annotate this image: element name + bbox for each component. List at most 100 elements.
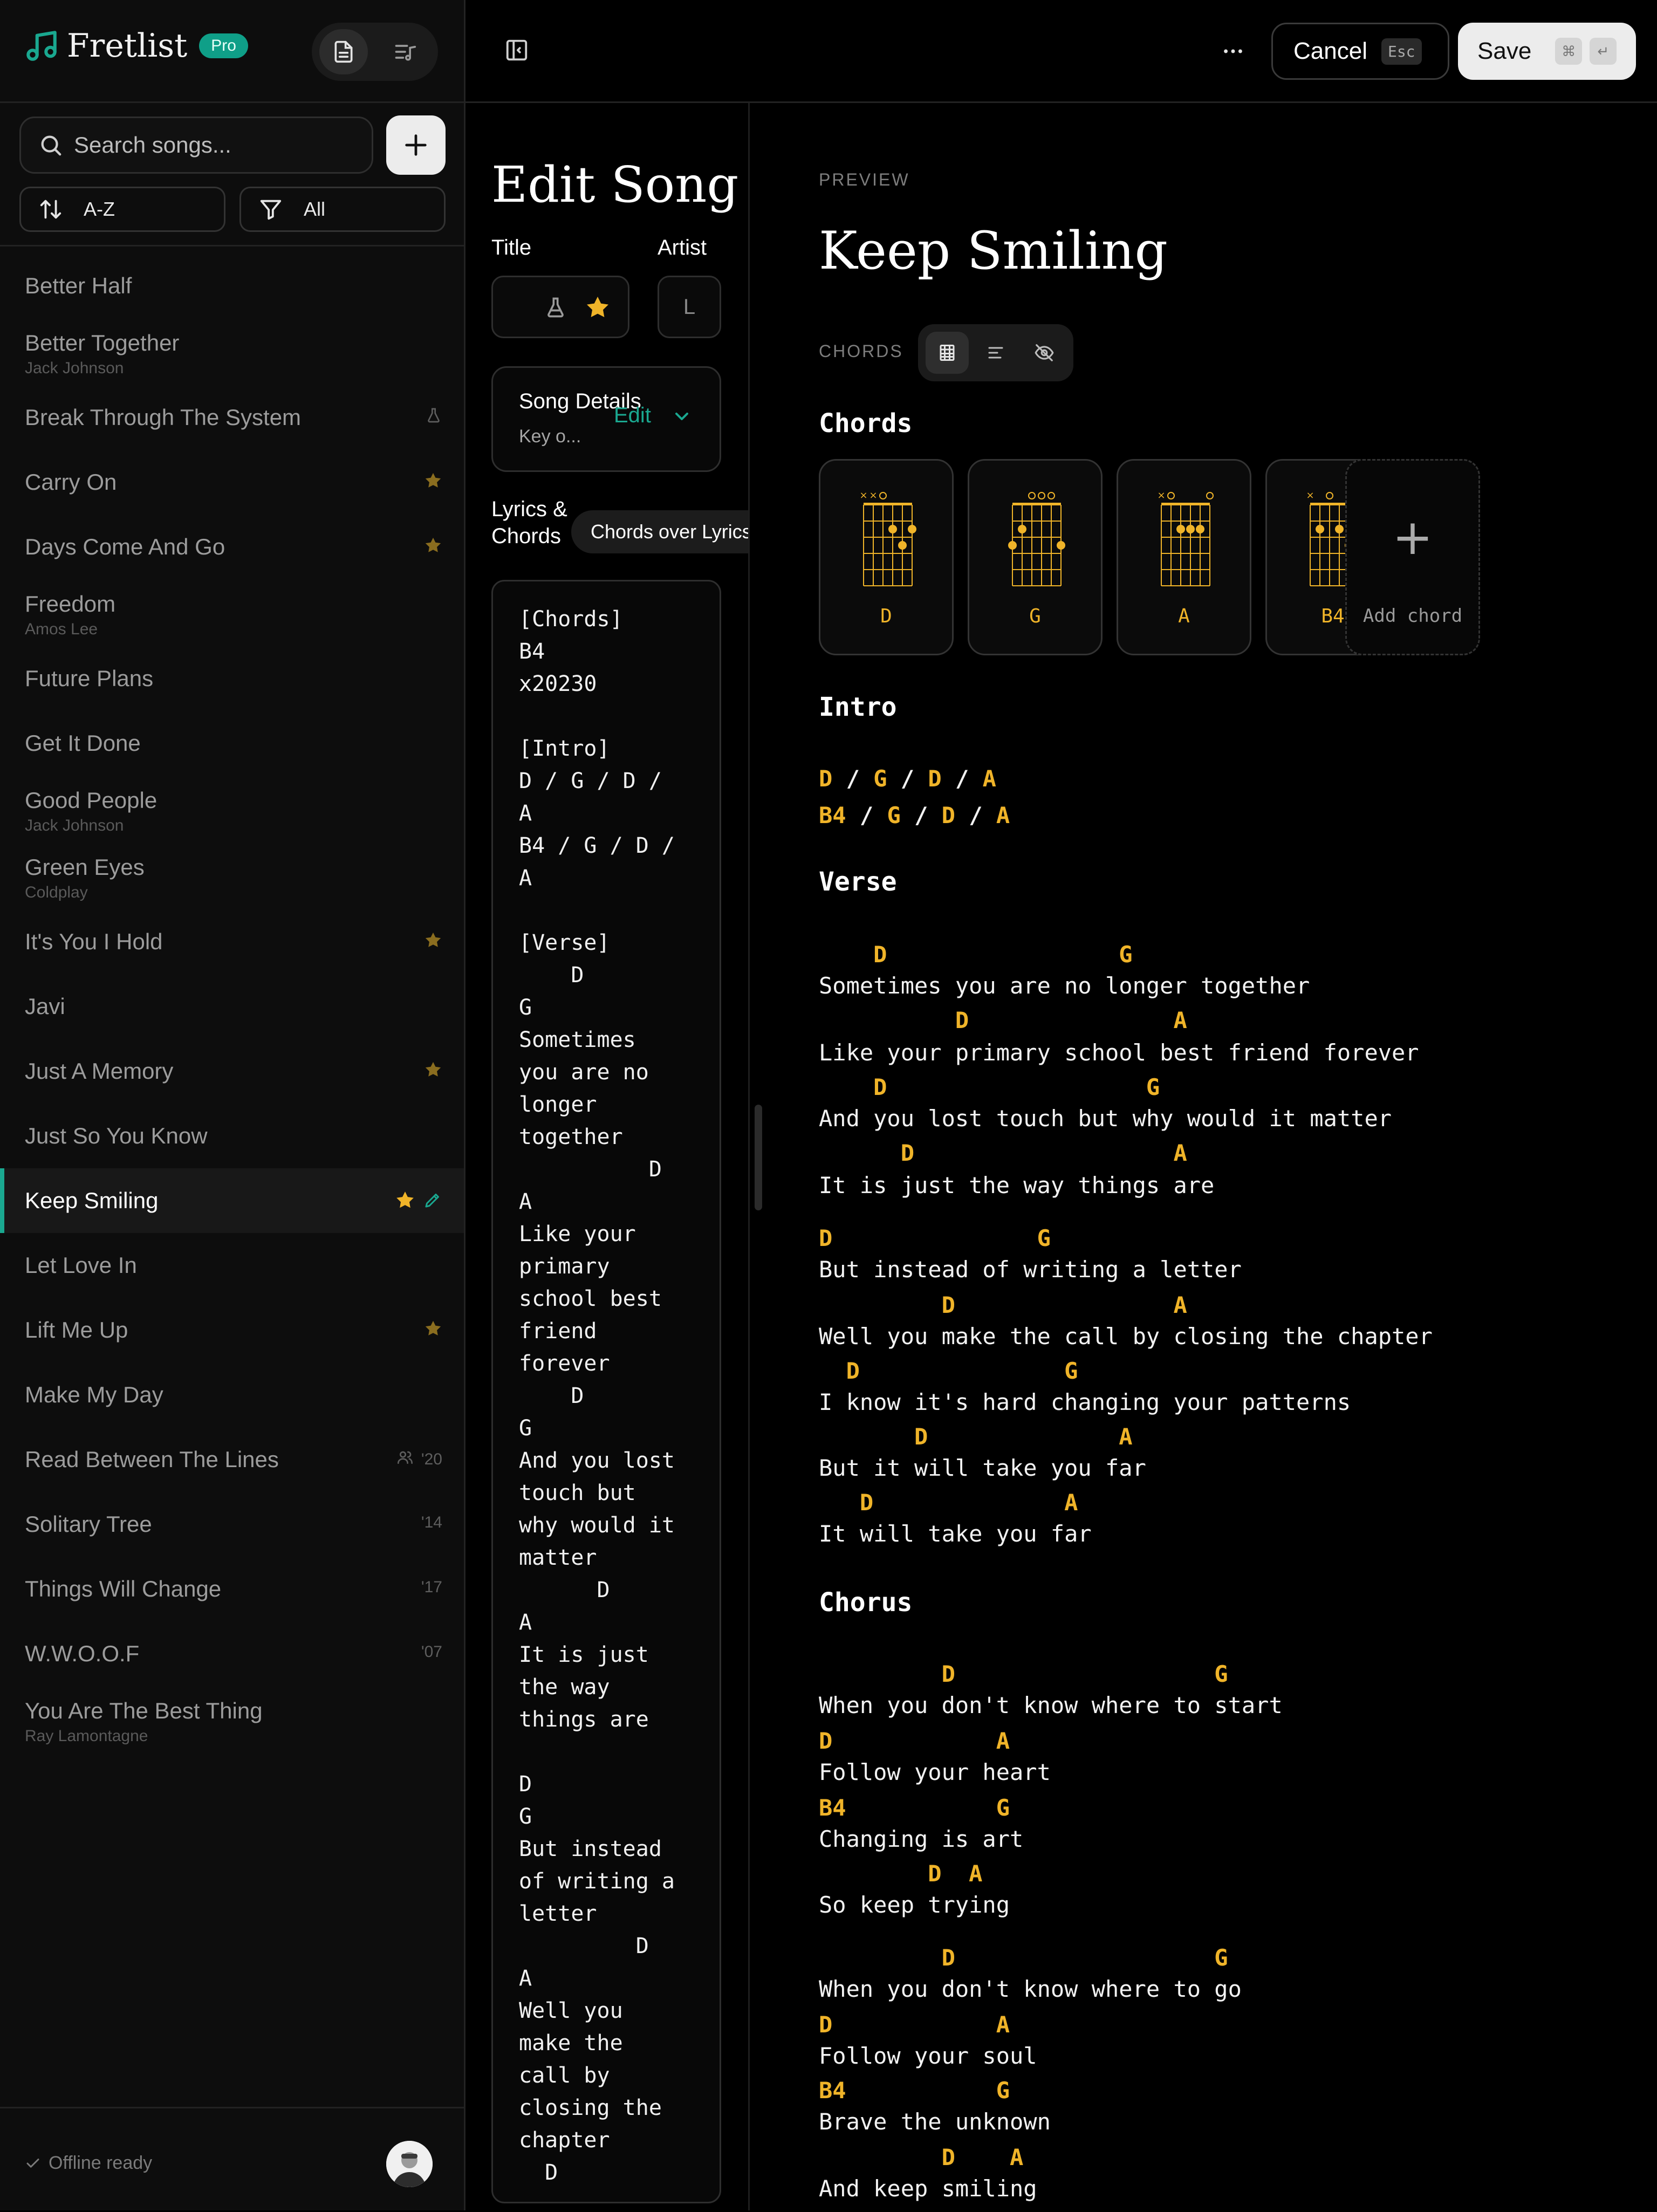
sidebar-footer: Offline ready [0,2107,464,2212]
song-list-item[interactable]: Freedom Amos Lee [0,579,464,646]
chord-diagram-view-button[interactable] [926,332,969,374]
lyric-line: Follow your heart [819,1759,1051,1785]
song-list-item[interactable]: W.W.O.O.F '07 [0,1621,464,1686]
star-icon [424,1060,442,1083]
flask-icon[interactable] [544,296,567,319]
song-meta [424,1060,442,1083]
song-list-item[interactable]: Read Between The Lines '20 [0,1427,464,1492]
svg-text:×: × [1157,490,1165,501]
lyric-line: Well you make the call by closing the ch… [819,1323,1433,1350]
align-left-icon [988,347,1003,359]
song-title: It's You I Hold [25,929,163,954]
add-song-button[interactable] [386,115,446,175]
chord-line: D G [819,1661,1228,1687]
chord-card[interactable]: × × D [819,459,954,655]
enter-key-hint: ↵ [1590,38,1617,65]
song-meta [424,536,442,559]
section-heading: Verse [819,867,897,897]
chevron-down-icon[interactable] [671,406,693,427]
chord-grid-icon [940,345,955,361]
song-title: Good People [25,787,158,813]
chord-card[interactable]: × A [1117,459,1251,655]
song-list-item[interactable]: Let Love In [0,1233,464,1298]
song-list-item[interactable]: Things Will Change '17 [0,1557,464,1621]
song-list-item[interactable]: Solitary Tree '14 [0,1492,464,1557]
song-list-item[interactable]: Just A Memory [0,1039,464,1104]
chord-inline-view-button[interactable] [974,332,1017,374]
song-list-item[interactable]: Carry On [0,450,464,515]
song-list-item[interactable]: Javi [0,974,464,1039]
chord-line: D G [819,941,1133,968]
song-list-item[interactable]: Green Eyes Coldplay [0,843,464,909]
details-edit-link[interactable]: Edit [614,403,651,428]
song-list-item[interactable]: Break Through The System [0,385,464,450]
song-list-item[interactable]: Good People Jack Johnson [0,776,464,843]
song-title: Break Through The System [25,405,302,430]
chords-over-lyrics-toggle[interactable]: Chords over Lyrics [571,510,748,553]
song-year: '07 [421,1643,442,1661]
song-list-item[interactable]: Get It Done [0,711,464,776]
top-bar: Cancel Esc Save ⌘ ↵ [465,0,1657,103]
lyric-line: And you lost touch but why would it matt… [819,1105,1392,1132]
plus-icon [405,134,427,156]
chord-line: D A [819,1860,983,1887]
chords-heading: Chords [819,408,913,439]
song-title: Just A Memory [25,1058,174,1084]
document-icon [334,40,353,63]
song-list-item[interactable]: It's You I Hold [0,909,464,974]
lyrics-textarea[interactable]: [Chords] B4 x20230 [Intro] D / G / D / A… [491,580,721,2203]
cmd-key-hint: ⌘ [1555,38,1583,65]
search-box[interactable] [19,117,373,174]
sort-button[interactable]: A-Z [19,187,225,232]
ellipsis-icon [1224,49,1242,53]
artist-label: Artist [658,236,707,259]
more-options-button[interactable] [1221,39,1245,66]
section-heading: Intro [819,692,897,722]
song-list-item[interactable]: Better Together Jack Johnson [0,318,464,385]
artist-value: L [683,295,696,319]
view-setlist-button[interactable] [381,29,429,74]
artist-field[interactable]: L [658,276,721,338]
add-chord-button[interactable]: + Add chord [1345,459,1480,655]
song-meta [424,471,442,494]
lyric-line: When you don't know where to go [819,1976,1242,2002]
add-chord-label: Add chord [1362,605,1463,627]
offline-status: Offline ready [25,2153,152,2174]
song-list-item[interactable]: Make My Day [0,1362,464,1427]
svg-text:×: × [859,490,867,501]
song-list-item[interactable]: Better Half [0,254,464,318]
song-list-item[interactable]: Keep Smiling [0,1168,464,1233]
song-year: '20 [421,1450,442,1468]
chord-line: B4 G [819,1795,1010,1821]
song-title: Just So You Know [25,1123,208,1148]
sidebar-panel-icon [506,39,528,61]
chord-line: D A [819,2011,1010,2038]
toggle-sidebar-button[interactable] [504,38,529,65]
filter-button[interactable]: All [239,187,446,232]
star-icon[interactable] [585,295,611,320]
view-document-button[interactable] [319,29,368,74]
song-artist: Ray Lamontagne [25,1727,148,1745]
song-year: '14 [421,1514,442,1531]
users-icon [396,1449,414,1470]
song-title: Better Together [25,330,180,355]
song-list-item[interactable]: Future Plans [0,646,464,711]
avatar[interactable] [386,2141,433,2187]
title-field[interactable] [491,276,629,338]
song-list-item[interactable]: Lift Me Up [0,1298,464,1362]
song-title: Lift Me Up [25,1317,128,1343]
pencil-icon[interactable] [423,1190,442,1210]
chord-hide-button[interactable] [1023,332,1066,374]
star-icon[interactable] [395,1190,415,1210]
save-button[interactable]: Save ⌘ ↵ [1458,23,1636,80]
chord-diagram: × × [859,490,916,586]
chord-card[interactable]: G [968,459,1103,655]
chord-name: G [1029,605,1041,627]
search-input[interactable] [73,132,355,159]
song-list-item[interactable]: You Are The Best Thing Ray Lamontagne [0,1686,464,1753]
song-details-card[interactable]: Song Details Key o... Edit [491,366,721,472]
song-list-item[interactable]: Days Come And Go [0,515,464,579]
song-list-item[interactable]: Just So You Know [0,1104,464,1168]
cancel-button[interactable]: Cancel Esc [1271,23,1449,80]
song-title: Carry On [25,469,117,495]
